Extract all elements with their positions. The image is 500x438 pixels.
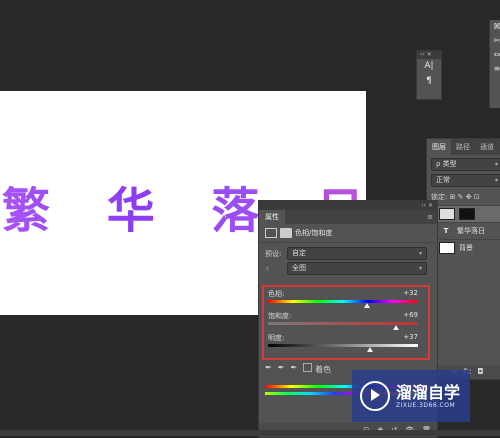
colorize-checkbox[interactable] [303, 363, 313, 372]
blend-mode-select[interactable]: 正常 ▾ [431, 174, 500, 187]
hue-label: 色相: [268, 290, 285, 298]
strip-tool-icon-1[interactable]: ⌘ [490, 20, 500, 34]
status-bar [0, 430, 500, 436]
saturation-knob[interactable] [392, 325, 399, 330]
tab-channels[interactable]: 通道 [475, 139, 499, 155]
layer-name: 繁华落日 [457, 227, 485, 235]
chevron-down-icon: ▾ [418, 250, 422, 257]
layer-name: 背景 [459, 244, 473, 252]
paragraph-panel-icon[interactable]: ¶ [417, 74, 441, 89]
strip-tool-icon-3[interactable]: ⇔ [490, 48, 500, 62]
chevron-down-icon: ▾ [494, 161, 498, 168]
saturation-label: 饱和度: [268, 312, 292, 320]
hue-track[interactable] [268, 300, 418, 303]
eyedropper-icon[interactable]: ✒ [265, 363, 272, 375]
properties-header: 色相/饱和度 [259, 224, 437, 243]
eyedropper-minus-icon[interactable]: ✒ [290, 363, 297, 375]
character-tools-dock: ‹‹ ✕ A| ¶ [416, 50, 442, 100]
colorize-label: 着色 [315, 365, 332, 374]
play-logo-icon [360, 381, 390, 411]
strip-tool-icon-4[interactable]: ≡ [490, 62, 500, 76]
text-layer-icon: T [443, 227, 449, 235]
lightness-knob[interactable] [367, 347, 373, 352]
saturation-value[interactable]: +69 [403, 311, 418, 319]
hue-knob[interactable] [364, 303, 370, 308]
preset-row: 预设: 自定 ▾ [259, 246, 437, 261]
layer-kind-filter[interactable]: ρ 类型 ▾ [431, 158, 500, 171]
preset-value: 自定 [292, 249, 306, 257]
lightness-label: 明度: [268, 334, 285, 342]
panel-menu-icon[interactable]: ≡ [427, 210, 433, 224]
properties-title: 色相/饱和度 [295, 229, 333, 237]
lightness-track[interactable] [268, 344, 418, 347]
add-mask-icon[interactable]: ◘ [477, 365, 483, 379]
tab-paths[interactable]: 路径 [451, 139, 475, 155]
layer-mask-thumb [459, 208, 475, 220]
strip-tool-icon-2[interactable]: ✂ [490, 34, 500, 48]
channel-row: ☝ 全图 ▾ [259, 261, 437, 276]
preset-label: 预设: [265, 249, 282, 258]
eyedropper-row: ✒ ✒ ✒ 着色 [265, 363, 331, 375]
channel-value: 全图 [292, 264, 306, 272]
adjustment-grid-icon[interactable] [265, 228, 277, 238]
right-tool-strip: ⌘ ✂ ⇔ ≡ [489, 20, 500, 108]
colorize-checkbox-group[interactable]: 着色 [303, 363, 331, 375]
background-layer-thumb [439, 242, 455, 254]
tab-layers[interactable]: 图层 [427, 139, 451, 155]
character-panel-icon[interactable]: A| [417, 59, 441, 74]
adjustment-layer-thumb [439, 208, 455, 220]
mask-icon[interactable] [280, 228, 292, 238]
hand-target-icon[interactable]: ☝ [265, 265, 287, 273]
watermark-url: ZIXUE.3D66.COM [396, 401, 456, 409]
eyedropper-plus-icon[interactable]: ✒ [278, 363, 285, 375]
panel-collapse-handle[interactable]: ‹‹ ✕ [259, 201, 437, 210]
watermark-badge: 溜溜自学 ZIXUE.3D66.COM [352, 370, 470, 422]
dock-collapse-handle[interactable]: ‹‹ ✕ [417, 51, 441, 59]
adjustment-sliders-highlight: 色相: +32 饱和度: +69 明度: +37 [262, 285, 430, 360]
channel-select[interactable]: 全图 ▾ [287, 262, 427, 275]
tab-properties[interactable]: 属性 [259, 210, 285, 224]
watermark-title: 溜溜自学 [396, 382, 461, 402]
lightness-value[interactable]: +37 [403, 333, 418, 341]
layer-kind-filter-value: ρ 类型 [436, 160, 457, 168]
preset-select[interactable]: 自定 ▾ [287, 247, 427, 260]
chevron-down-icon: ▾ [494, 177, 498, 184]
chevron-down-icon: ▾ [418, 265, 422, 272]
hue-value[interactable]: +32 [403, 289, 418, 297]
layers-tabbar: 图层 路径 通道 [427, 139, 500, 155]
blend-mode-value: 正常 [436, 176, 450, 184]
properties-tabbar: 属性 ≡ [259, 210, 437, 224]
